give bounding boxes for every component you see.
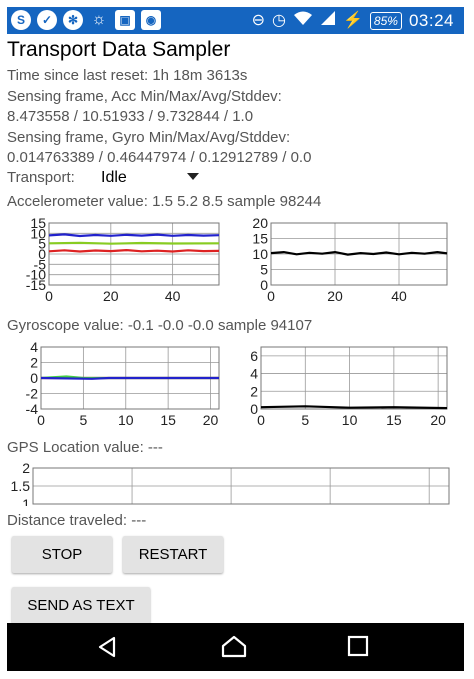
x-tick-label: 15 [386, 412, 402, 428]
gyroscope-xyz-chart: 4 2 0 -2 -4 0 5 10 15 20 [7, 341, 223, 429]
accelerometer-magnitude-chart: 20 15 10 5 0 0 20 40 [239, 217, 451, 305]
lightbulb-icon: ☼ [91, 11, 107, 28]
signal-icon [320, 10, 336, 32]
accelerometer-value: Accelerometer value: 1.5 5.2 8.5 sample … [7, 193, 322, 210]
series-line-2 [40, 376, 219, 380]
alarm-icon: ◷ [272, 12, 286, 29]
transport-select[interactable]: Idle [101, 169, 127, 187]
y-tick-label: 1 [22, 496, 30, 506]
notification-icons: S ✓ ✻ ☼ ▣ ◉ [11, 10, 161, 30]
wifi-icon [293, 10, 313, 32]
gps-value: GPS Location value: --- [7, 439, 163, 456]
send-as-text-button[interactable]: SEND AS TEXT [12, 587, 150, 624]
x-tick-label: 20 [203, 412, 219, 428]
series-line-2 [48, 248, 220, 253]
x-tick-label: 20 [103, 288, 119, 304]
x-tick-label: 20 [430, 412, 446, 428]
y-tick-label: 2 [22, 462, 30, 476]
x-tick-label: 40 [391, 288, 407, 304]
home-icon[interactable] [220, 635, 248, 659]
y-tick-label: -15 [26, 277, 46, 293]
series-line-0 [48, 233, 220, 238]
battery-level: 85% [369, 12, 402, 30]
check-icon: ✓ [37, 10, 57, 30]
x-tick-label: 0 [267, 288, 275, 304]
plot-frame [260, 346, 448, 410]
y-tick-label: 2 [250, 383, 258, 399]
distance-traveled: Distance traveled: --- [7, 512, 147, 529]
gyro-stats-header: Sensing frame, Gyro Min/Max/Avg/Stddev: [7, 129, 291, 146]
app-title: Transport Data Sampler [7, 38, 231, 61]
x-tick-label: 5 [301, 412, 309, 428]
x-tick-label: 10 [118, 412, 134, 428]
y-tick-label: 10 [252, 246, 268, 262]
dnd-icon: ⊖ [251, 12, 266, 29]
series-line-0 [270, 250, 448, 256]
y-tick-label: 0 [30, 370, 38, 386]
navigation-bar [7, 623, 464, 671]
y-tick-label: 2 [30, 355, 38, 371]
gyroscope-magnitude-chart: 6 4 2 0 0 5 10 15 20 [239, 341, 451, 429]
stop-button[interactable]: STOP [12, 536, 112, 573]
y-tick-label: 20 [252, 217, 268, 231]
chevron-down-icon[interactable] [187, 173, 199, 180]
status-bar: S ✓ ✻ ☼ ▣ ◉ ⊖ ◷ ⚡ 85% 03:24 [7, 7, 464, 34]
x-tick-label: 15 [160, 412, 176, 428]
skype-icon: S [11, 10, 31, 30]
recents-icon[interactable] [347, 635, 369, 657]
back-icon[interactable] [95, 635, 119, 659]
y-tick-label: 4 [30, 341, 38, 355]
pinwheel-icon: ✻ [63, 10, 83, 30]
transport-label: Transport: [7, 169, 75, 186]
y-tick-label: -2 [26, 386, 39, 402]
charging-icon: ⚡ [343, 12, 363, 29]
series-line-1 [48, 241, 220, 245]
x-tick-label: 0 [37, 412, 45, 428]
time-since-reset: Time since last reset: 1h 18m 3613s [7, 67, 248, 84]
x-tick-label: 20 [327, 288, 343, 304]
y-tick-label: 15 [252, 231, 268, 247]
y-tick-label: 4 [250, 366, 258, 382]
y-tick-label: 1.5 [11, 478, 31, 494]
x-tick-label: 10 [342, 412, 358, 428]
clock: 03:24 [408, 11, 454, 30]
system-status: ⊖ ◷ ⚡ 85% 03:24 [252, 10, 454, 32]
gyroscope-value: Gyroscope value: -0.1 -0.0 -0.0 sample 9… [7, 317, 313, 334]
restart-button[interactable]: RESTART [123, 536, 223, 573]
series-line-0 [260, 405, 448, 410]
gyro-stats-values: 0.014763389 / 0.46447974 / 0.12912789 / … [7, 149, 312, 166]
x-tick-label: 5 [79, 412, 87, 428]
y-tick-label: 5 [260, 262, 268, 278]
android-icon: ◉ [141, 10, 161, 30]
x-tick-label: 0 [257, 412, 265, 428]
x-tick-label: 0 [45, 288, 53, 304]
x-tick-label: 40 [165, 288, 181, 304]
photos-icon: ▣ [115, 10, 135, 30]
acc-stats-header: Sensing frame, Acc Min/Max/Avg/Stddev: [7, 88, 282, 105]
acc-stats-values: 8.473558 / 10.51933 / 9.732844 / 1.0 [7, 108, 254, 125]
y-tick-label: 6 [250, 348, 258, 364]
phone-screen: S ✓ ✻ ☼ ▣ ◉ ⊖ ◷ ⚡ 85% 03:24 Transport Da… [7, 7, 464, 671]
accelerometer-xyz-chart: 15 10 5 0 -5 -10 -15 0 20 40 [7, 217, 223, 305]
gps-chart: 2 1.5 1 [7, 462, 453, 506]
